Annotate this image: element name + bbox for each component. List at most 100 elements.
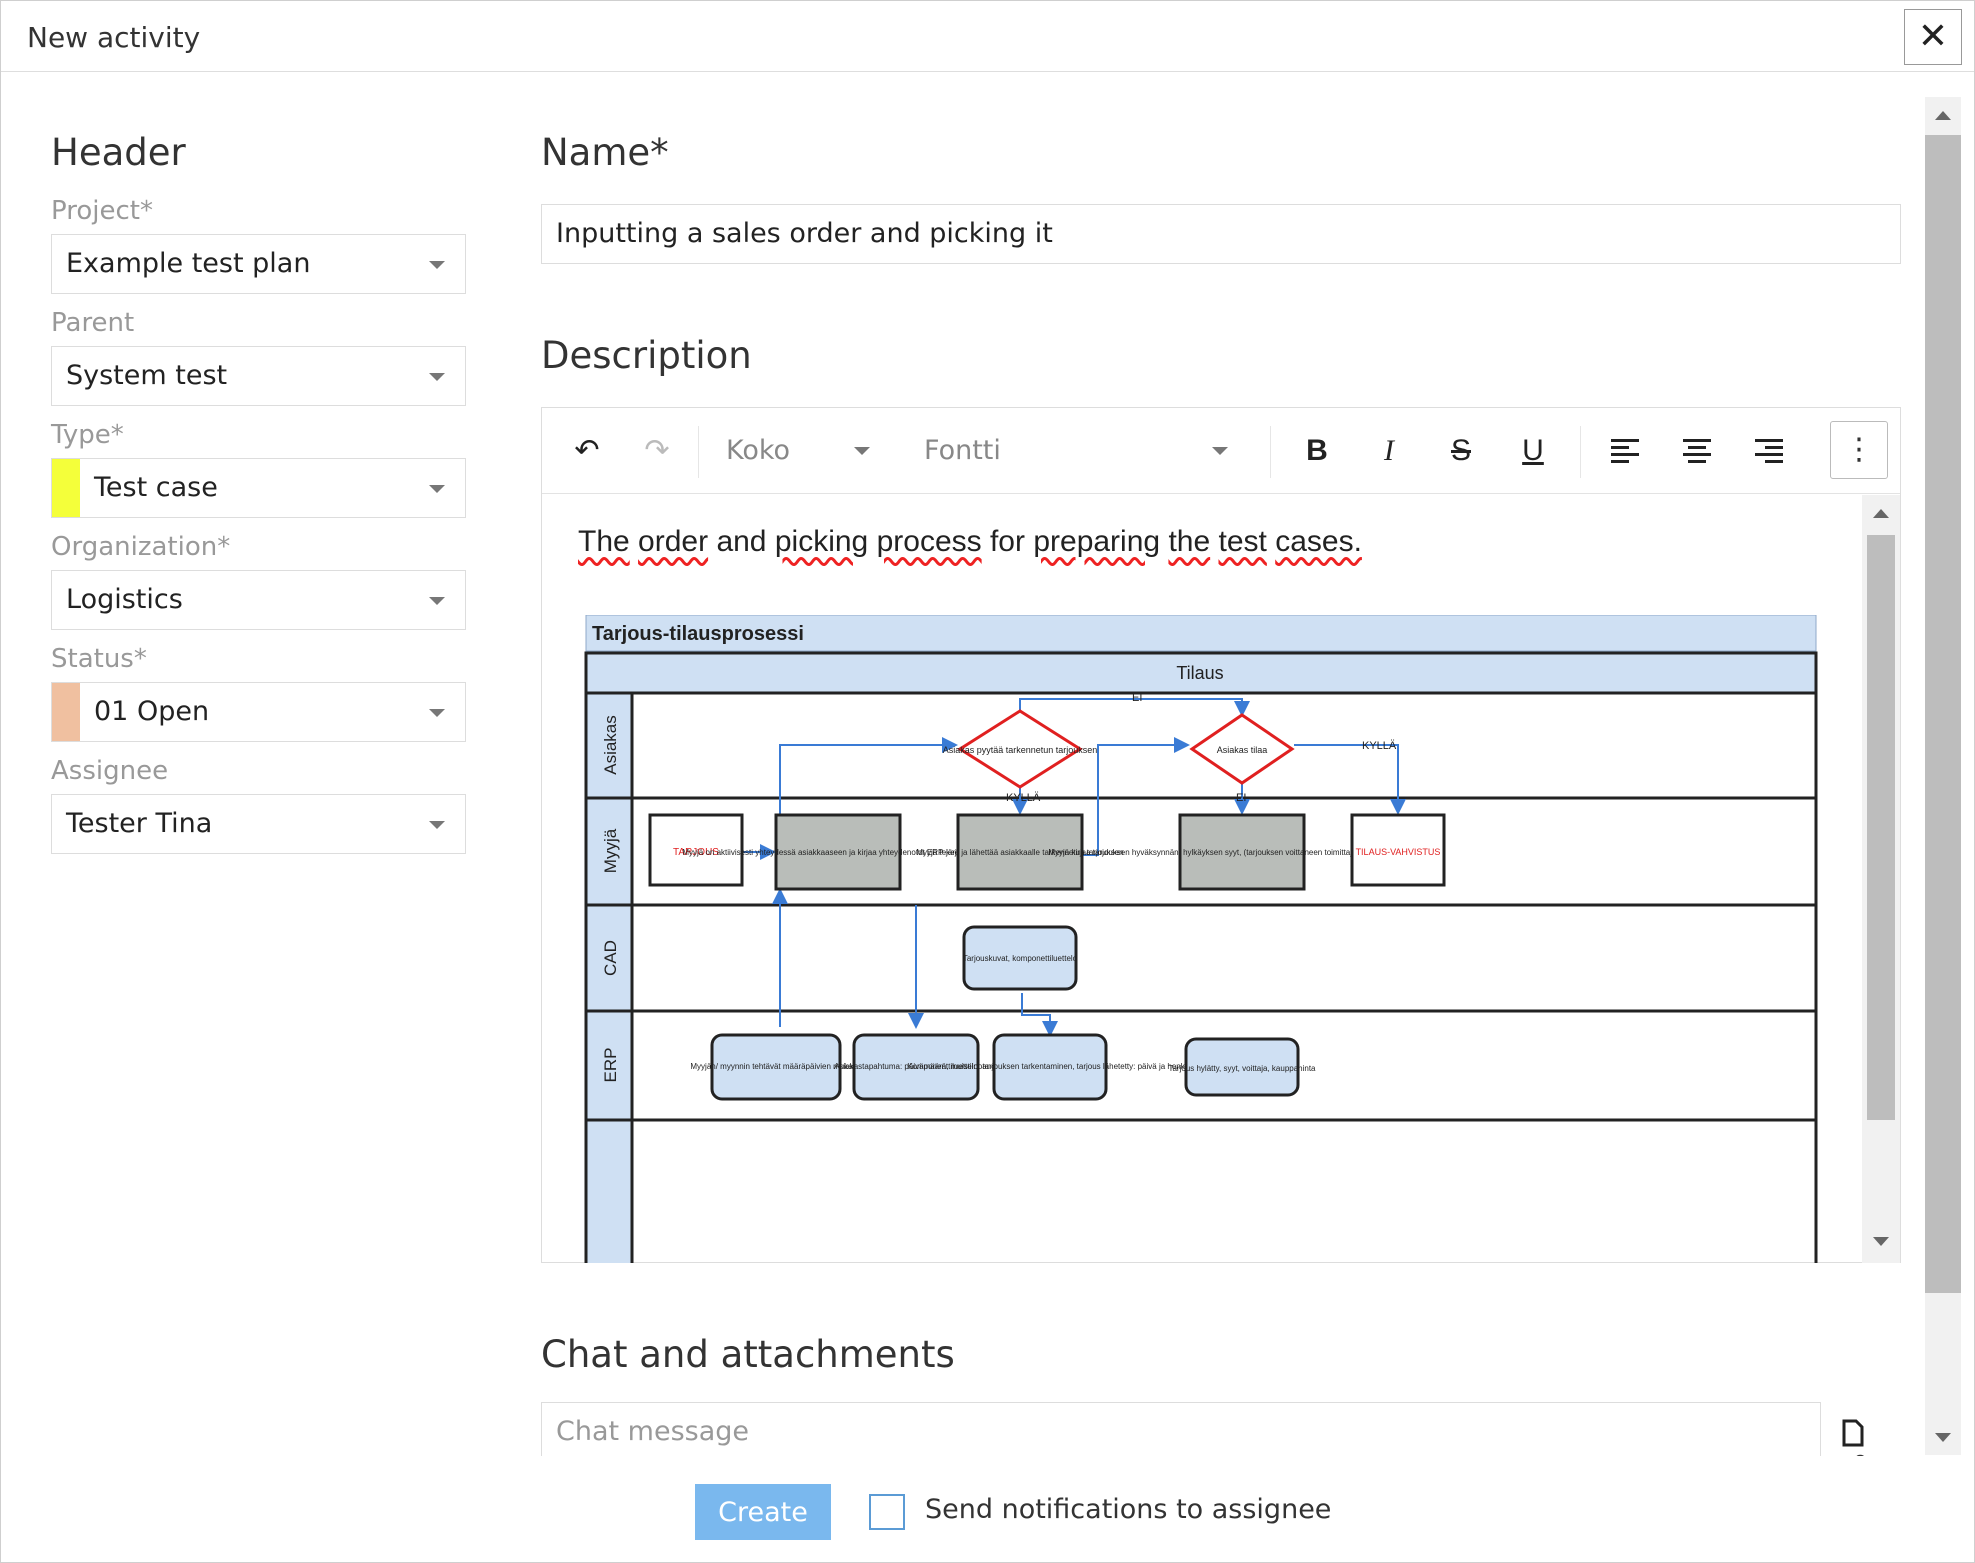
strikethrough-icon: S	[1450, 434, 1471, 467]
project-value: Example test plan	[66, 248, 311, 279]
dialog-title: New activity	[27, 21, 201, 54]
organization-select[interactable]: Logistics	[51, 570, 466, 630]
dialog-titlebar: New activity ✕	[1, 1, 1974, 72]
data-label: Tarjouskuvat, komponettiluettelo	[963, 954, 1078, 963]
italic-button[interactable]: I	[1366, 428, 1412, 474]
redo-icon: ↷	[644, 434, 670, 467]
italic-icon: I	[1384, 434, 1394, 467]
diagram-lanes-frame	[584, 691, 1818, 1263]
dialog-scrollbar[interactable]	[1925, 97, 1961, 1455]
chevron-down-icon	[1212, 447, 1228, 455]
toolbar-divider	[1580, 426, 1581, 478]
strikethrough-button[interactable]: S	[1438, 428, 1484, 474]
status-label: Status*	[51, 644, 147, 674]
data-label: Komponenttiluettelo, tarjouksen tarkenta…	[907, 1062, 1193, 1071]
bold-button[interactable]: B	[1294, 428, 1340, 474]
more-options-button[interactable]: ⋮	[1830, 421, 1888, 479]
diagram-title: Tarjous-tilausprosessi	[592, 623, 804, 645]
assignee-label: Assignee	[51, 756, 169, 786]
dialog-footer: Create Send notifications to assignee	[1, 1456, 1974, 1556]
status-value: 01 Open	[94, 696, 210, 727]
connector-label: EI	[1236, 792, 1246, 804]
diagram-column-label: Tilaus	[1176, 663, 1223, 683]
connector-label: KYLLÄ	[1362, 740, 1397, 752]
editor-scrollbar[interactable]	[1862, 495, 1900, 1263]
assignee-value: Tester Tina	[66, 808, 213, 839]
scroll-up-icon[interactable]	[1873, 509, 1889, 518]
status-color-swatch	[52, 683, 80, 741]
document-label: TILAUS-VAHVISTUS	[1356, 847, 1441, 857]
connector-label: EI	[1132, 692, 1142, 704]
lane-label: Myyjä	[601, 828, 620, 873]
scroll-down-icon[interactable]	[1935, 1433, 1951, 1442]
new-activity-dialog: New activity ✕ Header Project* Example t…	[0, 0, 1975, 1563]
status-select[interactable]: 01 Open	[51, 682, 466, 742]
editor-toolbar: ↶ ↷ Koko Fontti B I S U ⋮	[542, 408, 1900, 494]
font-family-placeholder: Fontti	[924, 435, 1001, 466]
chat-message-input[interactable]: Chat message 0	[541, 1402, 1869, 1481]
align-right-button[interactable]	[1746, 428, 1792, 474]
lane-label: CAD	[601, 940, 620, 976]
header-title: Header	[51, 131, 186, 174]
type-color-swatch	[52, 459, 80, 517]
description-editor: ↶ ↷ Koko Fontti B I S U ⋮ The order and …	[541, 407, 1901, 1263]
notify-checkbox[interactable]	[869, 1494, 905, 1530]
editor-scroll-thumb[interactable]	[1867, 535, 1895, 1120]
chevron-down-icon	[429, 821, 445, 829]
decision-label: Asiakas pyytää tarkennetun tarjouksen	[943, 745, 1098, 755]
parent-value: System test	[66, 360, 228, 391]
underline-button[interactable]: U	[1510, 428, 1556, 474]
description-word: for	[989, 525, 1025, 558]
description-word: The	[578, 525, 630, 558]
undo-button[interactable]: ↶	[564, 428, 610, 474]
chevron-down-icon	[429, 597, 445, 605]
description-text: The order and picking process for prepar…	[578, 525, 1362, 559]
description-title: Description	[541, 334, 752, 377]
description-word: preparing	[1033, 525, 1161, 558]
data-label: Tarjous hylätty, syyt, voittaja, kauppah…	[1168, 1064, 1316, 1073]
process-diagram-image: Tarjous-tilausprosessi Tilaus Asiakas My…	[584, 615, 1818, 1263]
notify-label: Send notifications to assignee	[925, 1494, 1332, 1525]
parent-select[interactable]: System test	[51, 346, 466, 406]
scroll-down-icon[interactable]	[1873, 1237, 1889, 1246]
project-select[interactable]: Example test plan	[51, 234, 466, 294]
decision-label: Asiakas tilaa	[1217, 745, 1268, 755]
description-word: the	[1168, 525, 1211, 558]
type-select[interactable]: Test case	[51, 458, 466, 518]
lane-label: Asiakas	[601, 715, 620, 775]
close-button[interactable]: ✕	[1904, 9, 1962, 65]
align-center-button[interactable]	[1674, 428, 1720, 474]
create-button[interactable]: Create	[695, 1484, 831, 1540]
name-input[interactable]: Inputting a sales order and picking it	[541, 204, 1901, 264]
connector-label: KYLLÄ	[1006, 792, 1041, 804]
toolbar-divider	[1270, 426, 1271, 478]
assignee-select[interactable]: Tester Tina	[51, 794, 466, 854]
organization-label: Organization*	[51, 532, 231, 562]
description-word: order	[638, 525, 709, 558]
dialog-scroll-thumb[interactable]	[1925, 135, 1961, 1293]
scroll-up-icon[interactable]	[1935, 111, 1951, 120]
align-left-icon	[1611, 439, 1639, 463]
type-label: Type*	[51, 420, 124, 450]
organization-value: Logistics	[66, 584, 183, 615]
font-size-placeholder: Koko	[726, 435, 791, 466]
redo-button[interactable]: ↷	[634, 428, 680, 474]
chat-placeholder: Chat message	[556, 1416, 750, 1447]
align-right-icon	[1755, 439, 1783, 463]
chevron-down-icon	[429, 373, 445, 381]
font-family-select[interactable]: Fontti	[924, 428, 1244, 474]
header-panel: Header Project* Example test plan Parent…	[51, 131, 466, 854]
toolbar-divider	[698, 426, 699, 478]
chevron-down-icon	[854, 447, 870, 455]
description-word: cases.	[1275, 525, 1362, 558]
description-word: and	[716, 525, 767, 558]
main-panel: Name* Inputting a sales order and pickin…	[541, 131, 1901, 1481]
type-value: Test case	[94, 472, 218, 503]
description-word: test	[1218, 525, 1267, 558]
align-center-icon	[1683, 439, 1711, 463]
editor-content[interactable]: The order and picking process for prepar…	[542, 495, 1862, 1263]
font-size-select[interactable]: Koko	[726, 428, 886, 474]
undo-icon: ↶	[574, 434, 600, 467]
align-left-button[interactable]	[1602, 428, 1648, 474]
more-vertical-icon: ⋮	[1844, 433, 1874, 466]
